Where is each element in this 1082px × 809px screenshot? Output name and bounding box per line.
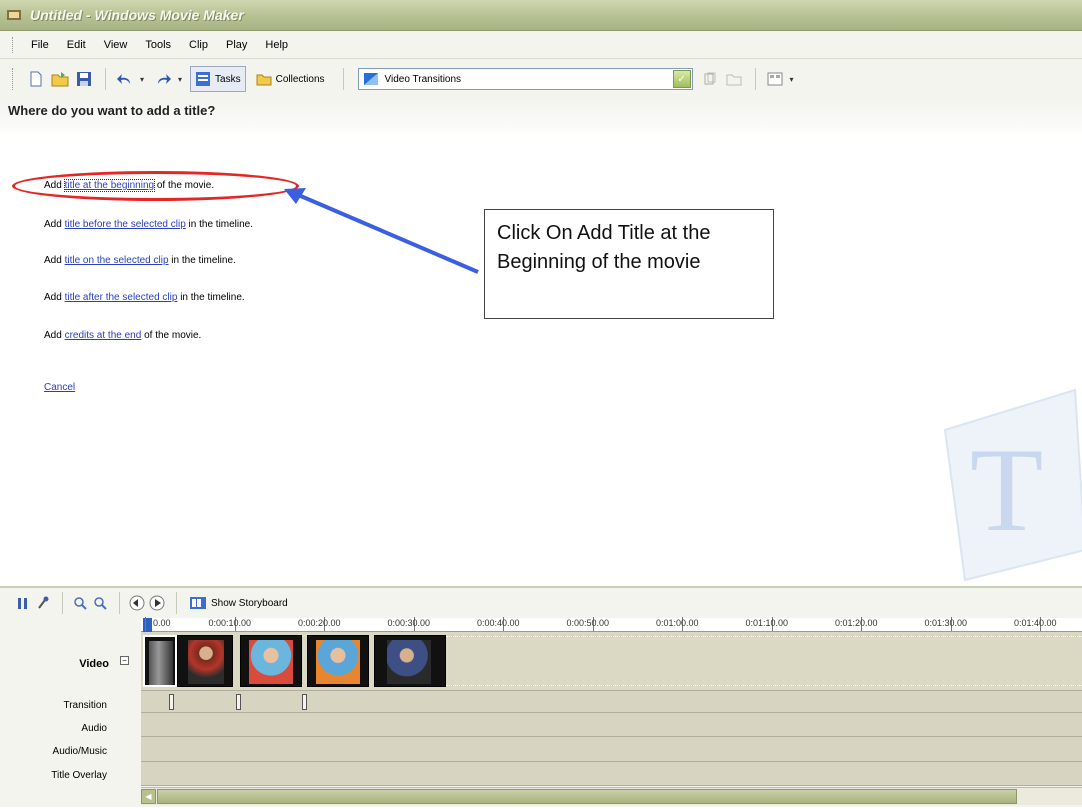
clip-thumbnail [316, 640, 360, 684]
transition-marker[interactable] [169, 694, 174, 710]
zoom-out-button[interactable] [91, 592, 109, 614]
audio-music-track[interactable] [141, 737, 1082, 762]
ruler-tick [145, 617, 146, 631]
zoom-in-button[interactable] [71, 592, 89, 614]
audio-track[interactable] [141, 713, 1082, 737]
video-clip[interactable] [240, 635, 302, 687]
ruler-tick-label: 0:00:20.00 [298, 618, 341, 628]
rewind-button[interactable] [128, 592, 146, 614]
timeline-panel: Show Storyboard 0.00 0:00:10.00 0:00:20.00… [0, 586, 1082, 807]
transition-track[interactable] [141, 691, 1082, 713]
video-clip[interactable] [307, 635, 369, 687]
ruler-tick-label: 0:00:10.00 [208, 618, 252, 628]
track-label-transition: Transition [63, 700, 107, 711]
toolbar-separator [176, 592, 177, 614]
title-overlay-track[interactable] [141, 762, 1082, 786]
expand-video-track-toggle[interactable]: − [120, 656, 129, 665]
clip-thumbnail [188, 640, 224, 684]
ruler-tick-label: 0:01:40.00 [1014, 618, 1057, 628]
track-label-audio-music: Audio/Music [52, 746, 107, 757]
clip-thumbnail [387, 640, 431, 684]
ruler-tick-label: 0:00:40.00 [477, 618, 520, 628]
time-ruler[interactable]: 0.00 0:00:10.00 0:00:20.00 0:00:30.00 0:00:4… [141, 617, 1082, 632]
zoom-out-icon [94, 597, 107, 610]
track-labels: Video − Transition Audio Audio/Music Tit… [0, 632, 141, 809]
video-clip[interactable] [177, 635, 233, 687]
storyboard-icon [190, 597, 206, 609]
scroll-left-arrow-icon[interactable]: ◀ [141, 789, 156, 804]
play-icon [149, 595, 165, 611]
narrate-button[interactable] [34, 592, 52, 614]
ruler-tick-label: 0:00:30.00 [387, 618, 431, 628]
video-track-empty-area [446, 636, 1082, 686]
microphone-icon [38, 596, 49, 609]
ruler-tick-label: 0:01:10.00 [745, 618, 789, 628]
track-label-video: Video [79, 658, 109, 670]
show-storyboard-button[interactable]: Show Storyboard [189, 596, 288, 610]
svg-text:T: T [970, 423, 1043, 556]
video-clip[interactable] [374, 635, 446, 687]
toolbar-separator [119, 592, 120, 614]
title-watermark-icon: T [943, 388, 1082, 582]
rewind-icon [129, 595, 145, 611]
audio-levels-icon [18, 598, 27, 609]
video-clip[interactable] [143, 635, 177, 687]
timeline-toolbar: Show Storyboard [0, 588, 1082, 618]
clip-thumbnail [249, 640, 293, 684]
zoom-in-icon [74, 597, 87, 610]
track-label-audio: Audio [81, 723, 107, 734]
ruler-tick-label: 0:00:50.00 [566, 618, 610, 628]
instruction-callout: Click On Add Title at the Beginning of t… [484, 209, 774, 319]
transition-marker[interactable] [302, 694, 307, 710]
play-timeline-button[interactable] [148, 592, 166, 614]
video-track[interactable] [141, 632, 1082, 691]
set-audio-levels-button[interactable] [14, 592, 32, 614]
toolbar-separator [62, 592, 63, 614]
clip-thumbnail [149, 641, 173, 685]
ruler-tick-label: 0.00 [153, 618, 171, 628]
timeline-horizontal-scrollbar[interactable]: ◀ [141, 787, 1082, 805]
ruler-tick-label: 0:01:20.00 [835, 618, 878, 628]
transition-marker[interactable] [236, 694, 241, 710]
track-label-title-overlay: Title Overlay [51, 770, 107, 781]
ruler-tick-label: 0:01:00.00 [656, 618, 699, 628]
show-storyboard-label: Show Storyboard [211, 597, 288, 609]
ruler-tick-label: 0:01:30.00 [924, 618, 968, 628]
scrollbar-thumb[interactable] [157, 789, 1017, 804]
